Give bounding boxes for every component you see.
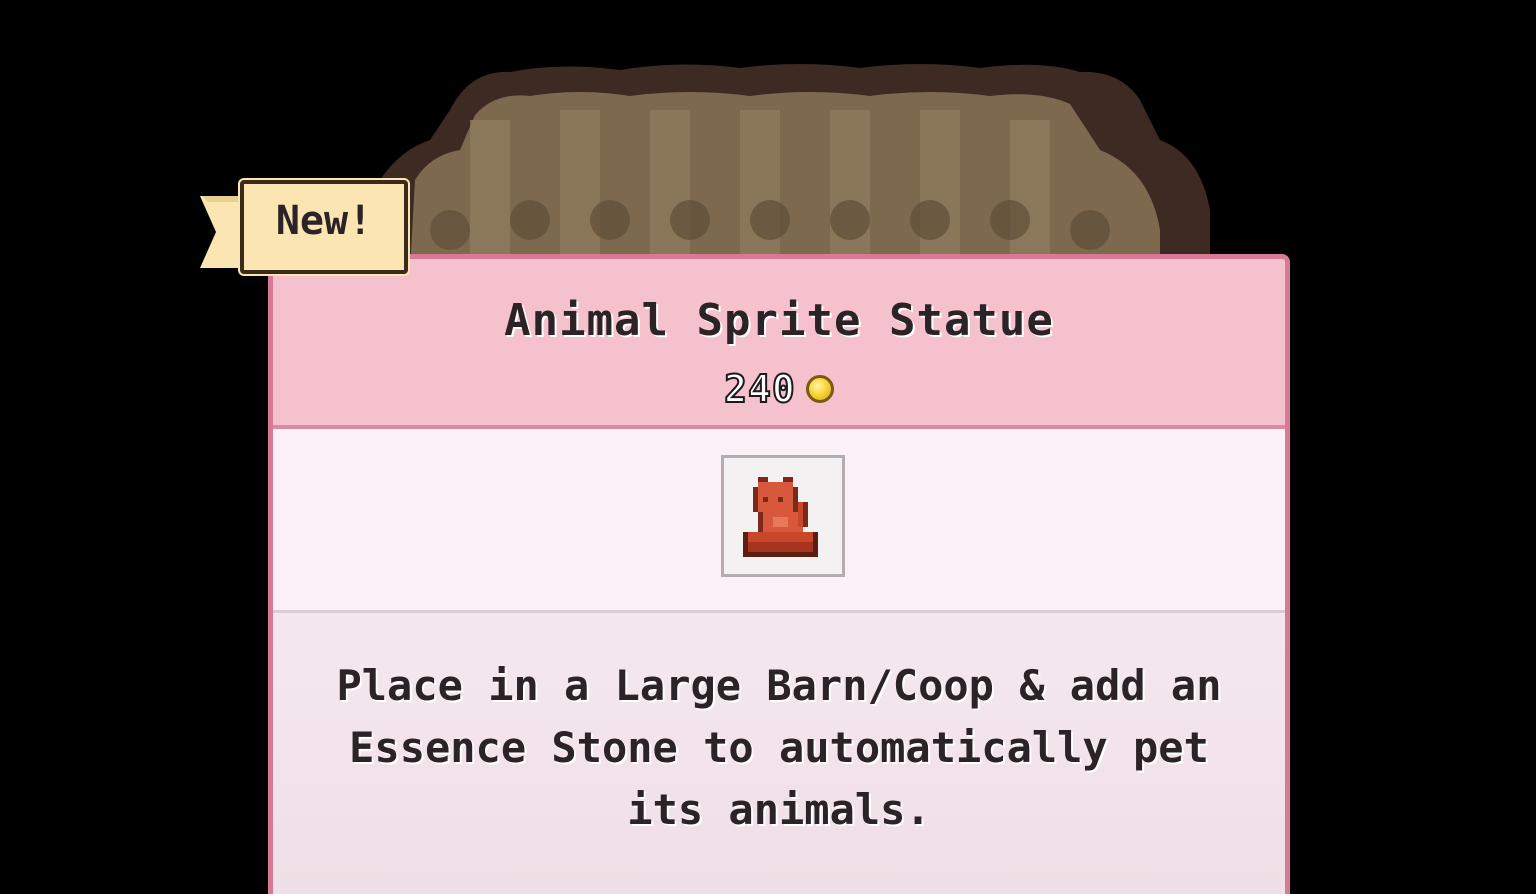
new-badge: New! — [200, 180, 410, 286]
price-row: 240 — [273, 366, 1285, 412]
item-description-area: Place in a Large Barn/Coop & add an Esse… — [273, 613, 1285, 894]
item-preview-band — [273, 429, 1285, 613]
item-price: 240 — [723, 366, 796, 412]
item-name: Animal Sprite Statue — [504, 295, 1054, 346]
new-badge-box: New! — [240, 180, 408, 274]
animal-sprite-statue-icon — [743, 477, 818, 557]
item-slot[interactable] — [721, 455, 845, 577]
item-card-header: Animal Sprite Statue 240 — [273, 259, 1285, 429]
background-awning-decor — [380, 64, 1210, 270]
new-badge-label: New! — [275, 198, 373, 244]
gold-coin-icon — [805, 375, 834, 403]
item-description: Place in a Large Barn/Coop & add an Esse… — [336, 661, 1222, 834]
item-card[interactable]: Animal Sprite Statue 240 Place in a Larg… — [268, 254, 1290, 894]
